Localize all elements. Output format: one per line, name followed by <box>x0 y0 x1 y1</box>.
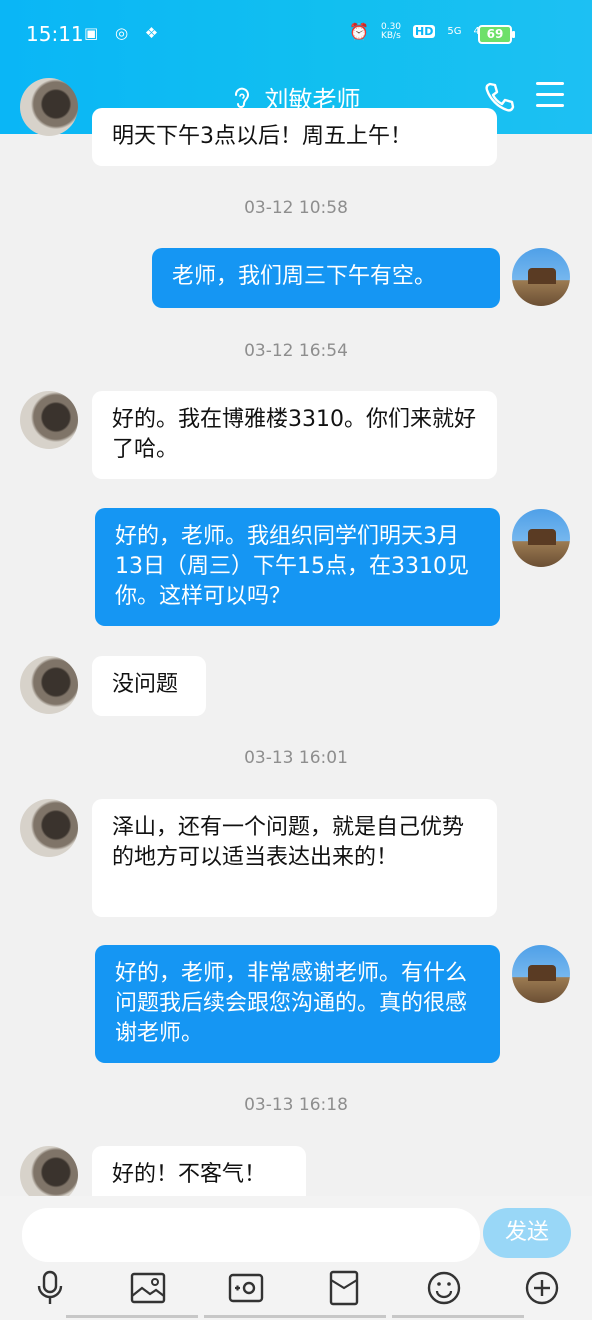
timestamp: 03-12 16:54 <box>244 341 348 361</box>
message-input[interactable] <box>22 1208 480 1262</box>
input-bar: 发送 <box>0 1196 592 1320</box>
menu-line <box>536 93 564 96</box>
image-icon <box>130 1272 166 1304</box>
my-avatar[interactable] <box>512 945 570 1003</box>
tab-indicator <box>204 1315 386 1318</box>
teacher-avatar[interactable] <box>20 78 78 136</box>
message-incoming[interactable]: 好的。我在博雅楼3310。你们来就好了哈。 <box>92 391 497 479</box>
message-outgoing[interactable]: 好的，老师。我组织同学们明天3月13日（周三）下午15点，在3310见你。这样可… <box>95 508 500 626</box>
microphone-icon <box>37 1270 63 1304</box>
menu-line <box>536 104 564 107</box>
my-avatar[interactable] <box>512 509 570 567</box>
message-incoming[interactable]: 没问题 <box>92 656 206 716</box>
teacher-avatar[interactable] <box>20 656 78 714</box>
net-speed-unit: KB/s <box>380 30 401 41</box>
teacher-avatar[interactable] <box>20 799 78 857</box>
status-app-icons: ▣ ◎ ❖ <box>84 24 165 42</box>
image-button[interactable] <box>128 1270 168 1306</box>
ear-icon <box>235 87 250 108</box>
timestamp: 03-13 16:01 <box>244 748 348 768</box>
red-packet-icon <box>329 1270 359 1306</box>
message-incoming[interactable]: 泽山，还有一个问题，就是自己优势的地方可以适当表达出来的！ <box>92 799 497 917</box>
timestamp: 03-12 10:58 <box>244 198 348 218</box>
camera-icon <box>228 1273 264 1303</box>
message-outgoing[interactable]: 好的，老师，非常感谢老师。有什么问题我后续会跟您沟通的。真的很感谢老师。 <box>95 945 500 1063</box>
red-packet-button[interactable] <box>324 1270 364 1306</box>
battery-indicator: 69 <box>478 25 515 44</box>
plus-icon <box>525 1271 559 1305</box>
send-button[interactable]: 发送 <box>483 1208 571 1258</box>
status-indicators: ⏰ 0.30 KB/s HD 5G 4G+ <box>349 22 496 41</box>
tab-indicator <box>66 1315 198 1318</box>
menu-button[interactable] <box>536 82 564 110</box>
menu-line <box>536 82 564 85</box>
alarm-icon: ⏰ <box>349 22 369 41</box>
voice-button[interactable] <box>30 1270 70 1306</box>
my-avatar[interactable] <box>512 248 570 306</box>
teacher-avatar[interactable] <box>20 391 78 449</box>
camera-button[interactable] <box>226 1270 266 1306</box>
tab-indicator <box>392 1315 524 1318</box>
status-time: 15:11 <box>26 22 84 46</box>
timestamp: 03-13 16:18 <box>244 1095 348 1115</box>
emoji-icon <box>427 1271 461 1305</box>
message-outgoing[interactable]: 老师，我们周三下午有空。 <box>152 248 500 308</box>
more-button[interactable] <box>522 1270 562 1306</box>
signal-5g: 5G <box>447 26 462 37</box>
hd-icon: HD <box>413 25 436 38</box>
emoji-button[interactable] <box>424 1270 464 1306</box>
message-incoming[interactable]: 明天下午3点以后！周五上午！ <box>92 108 497 166</box>
